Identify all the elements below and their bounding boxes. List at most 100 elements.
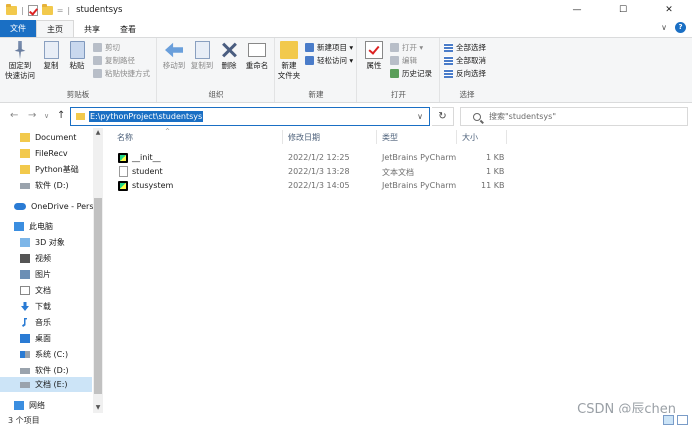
scroll-thumb[interactable] <box>94 198 102 394</box>
properties-icon[interactable] <box>27 4 38 16</box>
column-divider[interactable] <box>282 130 283 144</box>
sidebar-item-pictures[interactable]: 图片 <box>20 267 51 282</box>
sidebar-item-network[interactable]: 网络 <box>14 398 45 413</box>
pin-quick-access-button[interactable]: 固定到 快速访问 <box>4 41 36 81</box>
details-view-icon[interactable] <box>663 415 674 425</box>
sidebar-item-downloads[interactable]: 下载 <box>20 299 51 314</box>
sidebar-item-documents[interactable]: 文档 <box>20 283 51 298</box>
file-name: stusystem <box>132 181 174 190</box>
sidebar-item-python[interactable]: Python基础 <box>20 162 79 177</box>
paste-shortcut-button[interactable]: 粘贴快捷方式 <box>93 68 150 79</box>
scroll-down-icon[interactable]: ▼ <box>93 403 103 413</box>
table-row[interactable]: student 2022/1/3 13:28 文本文档 1 KB <box>114 165 508 179</box>
sidebar-item-this-pc[interactable]: 此电脑 <box>14 219 53 234</box>
sidebar-item-document[interactable]: Document <box>20 130 76 145</box>
select-none-button[interactable]: 全部取消 <box>444 55 486 66</box>
column-header-size[interactable]: 大小 <box>462 132 478 143</box>
expand-ribbon-chevron-icon[interactable]: ∨ <box>661 23 667 32</box>
item-count: 3 个项目 <box>8 416 40 425</box>
properties-icon <box>365 41 383 59</box>
sidebar-item-drive-d[interactable]: 软件 (D:) <box>20 363 69 378</box>
paste-shortcut-icon <box>93 69 102 78</box>
help-icon[interactable]: ? <box>675 22 686 33</box>
up-arrow-icon[interactable]: ↑ <box>57 110 65 121</box>
select-none-label: 全部取消 <box>456 56 486 65</box>
clipboard-group-label: 剪贴板 <box>66 90 90 99</box>
sidebar-item-videos[interactable]: 视频 <box>20 251 51 266</box>
open-button[interactable]: 打开 ▾ <box>390 42 423 53</box>
new-folder-icon <box>280 41 298 59</box>
tab-share[interactable]: 共享 <box>74 22 110 37</box>
copy-button[interactable]: 复制 <box>40 41 62 71</box>
back-arrow-icon[interactable]: ← <box>10 110 18 121</box>
new-folder-button[interactable]: 新建 文件夹 <box>276 41 302 81</box>
select-all-button[interactable]: 全部选择 <box>444 42 486 53</box>
qat-dropdown-icon[interactable]: = <box>57 6 64 15</box>
column-header-name[interactable]: 名称 <box>117 132 133 143</box>
sidebar-item-label: 此电脑 <box>29 222 53 231</box>
paste-icon <box>69 41 85 59</box>
move-to-button[interactable]: 移动到 <box>160 41 188 71</box>
address-path[interactable]: E:\pythonProject\studentsys <box>89 111 204 122</box>
delete-label: 删除 <box>221 61 237 70</box>
close-button[interactable]: ✕ <box>646 0 692 20</box>
folder-icon <box>20 149 30 158</box>
sidebar-item-filerecv[interactable]: FileRecv <box>20 146 68 161</box>
address-bar[interactable]: E:\pythonProject\studentsys ∨ <box>70 107 430 126</box>
cut-label: 剪切 <box>105 43 120 52</box>
paste-shortcut-label: 粘贴快捷方式 <box>105 69 150 78</box>
group-organize: 移动到 复制到 删除 重命名 组织 <box>158 38 275 102</box>
title-bar: | = | studentsys — ☐ ✕ <box>0 0 692 20</box>
delete-button[interactable]: 删除 <box>219 41 239 71</box>
text-file-icon <box>119 166 128 177</box>
sidebar-item-drive-e[interactable]: 文档 (E:) <box>0 377 92 392</box>
large-icons-view-icon[interactable] <box>677 415 688 425</box>
new-item-button[interactable]: 新建项目 ▾ <box>305 42 353 53</box>
column-header-modified[interactable]: 修改日期 <box>288 132 320 143</box>
paste-button[interactable]: 粘贴 <box>66 41 88 71</box>
forward-arrow-icon[interactable]: → <box>28 110 36 121</box>
table-row[interactable]: __init__ 2022/1/2 12:25 JetBrains PyChar… <box>114 151 508 165</box>
sidebar-item-label: 软件 (D:) <box>35 366 69 375</box>
file-size: 11 KB <box>481 181 505 190</box>
file-modified: 2022/1/2 12:25 <box>288 153 350 162</box>
history-label: 历史记录 <box>402 69 432 78</box>
navigation-scrollbar[interactable]: ▲ ▼ <box>93 128 103 413</box>
scroll-up-icon[interactable]: ▲ <box>93 128 103 138</box>
easy-access-button[interactable]: 轻松访问 ▾ <box>305 55 353 66</box>
column-divider[interactable] <box>376 130 377 144</box>
minimize-button[interactable]: — <box>554 0 600 20</box>
open-icon <box>390 43 399 52</box>
table-row[interactable]: stusystem 2022/1/3 14:05 JetBrains PyCha… <box>114 179 508 193</box>
edit-button[interactable]: 编辑 <box>390 55 417 66</box>
cut-button[interactable]: 剪切 <box>93 42 120 53</box>
tab-home[interactable]: 主页 <box>36 20 74 37</box>
sidebar-item-music[interactable]: 音乐 <box>20 315 51 330</box>
column-divider[interactable] <box>506 130 507 144</box>
new-folder-icon[interactable] <box>41 3 53 15</box>
properties-button[interactable]: 属性 <box>362 41 386 71</box>
file-name: __init__ <box>132 153 161 162</box>
copy-path-button[interactable]: 复制路径 <box>93 55 135 66</box>
rename-button[interactable]: 重命名 <box>243 41 271 71</box>
column-divider[interactable] <box>456 130 457 144</box>
sidebar-item-desktop[interactable]: 桌面 <box>20 331 51 346</box>
sidebar-item-drive-c[interactable]: 系统 (C:) <box>20 347 68 362</box>
history-button[interactable]: 历史记录 <box>390 68 432 79</box>
recent-locations-chevron-icon[interactable]: ∨ <box>44 112 49 120</box>
tab-file[interactable]: 文件 <box>0 20 36 37</box>
edit-label: 编辑 <box>402 56 417 65</box>
open-label: 打开 ▾ <box>402 43 424 52</box>
sidebar-item-onedrive[interactable]: OneDrive - Perso <box>14 199 98 214</box>
invert-selection-button[interactable]: 反向选择 <box>444 68 486 79</box>
copy-to-button[interactable]: 复制到 <box>188 41 216 71</box>
search-box[interactable]: 搜索"studentsys" <box>460 107 688 126</box>
sidebar-item-3d-objects[interactable]: 3D 对象 <box>20 235 65 250</box>
refresh-icon[interactable]: ↻ <box>432 107 454 126</box>
maximize-button[interactable]: ☐ <box>600 0 646 20</box>
address-dropdown-icon[interactable]: ∨ <box>417 112 423 121</box>
tab-view[interactable]: 查看 <box>110 22 146 37</box>
sidebar-item-drive-d-quick[interactable]: 软件 (D:) <box>20 178 69 193</box>
sidebar-item-label: 系统 (C:) <box>35 350 69 359</box>
column-header-type[interactable]: 类型 <box>382 132 398 143</box>
